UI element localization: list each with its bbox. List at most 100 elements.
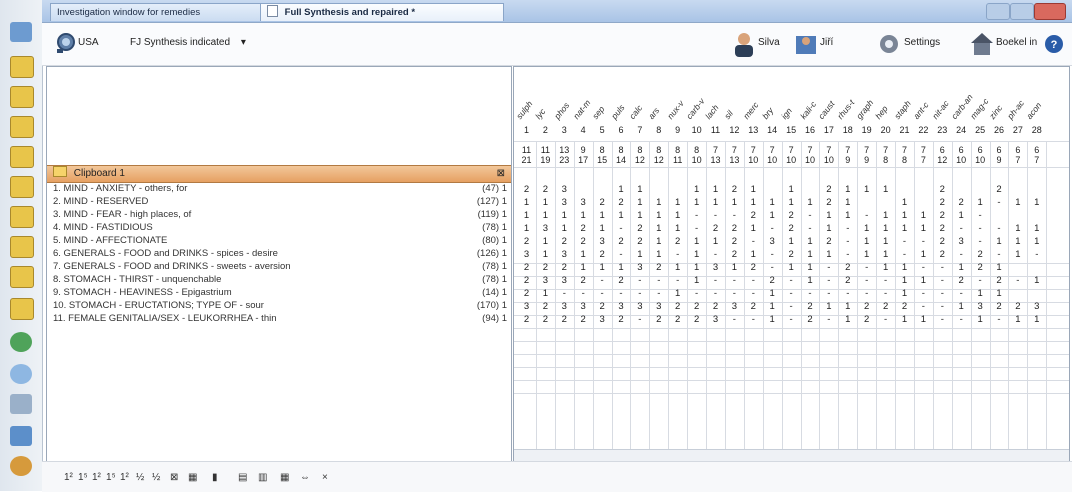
- grade-cell[interactable]: -: [688, 210, 705, 222]
- grade-cell[interactable]: 1: [631, 184, 648, 196]
- grade-cell[interactable]: 2: [537, 184, 554, 196]
- grade-cell[interactable]: 2: [839, 262, 856, 274]
- grade-cell[interactable]: 2: [934, 210, 951, 222]
- grade-cell[interactable]: -: [991, 314, 1008, 326]
- grade-cell[interactable]: 1: [631, 210, 648, 222]
- rubric-row[interactable]: 6. GENERALS - FOOD and DRINKS - spices -…: [53, 248, 509, 260]
- grade-cell[interactable]: 1: [575, 262, 592, 274]
- grade-cell[interactable]: 1: [858, 223, 875, 235]
- rubric-row[interactable]: 4. MIND - FASTIDIOUS (78) 1: [53, 222, 509, 234]
- rubric-row[interactable]: 5. MIND - AFFECTIONATE (80) 1: [53, 235, 509, 247]
- grade-cell[interactable]: 2: [934, 184, 951, 196]
- remedy-name[interactable]: staph: [892, 98, 913, 121]
- grade-cell[interactable]: -: [783, 301, 800, 313]
- grade-cell[interactable]: -: [613, 223, 630, 235]
- grade-cell[interactable]: 1: [707, 236, 724, 248]
- grade-cell[interactable]: -: [953, 249, 970, 261]
- grade-cell[interactable]: 1: [745, 223, 762, 235]
- grade-cell[interactable]: 3: [518, 301, 535, 313]
- rubric-row[interactable]: 2. MIND - RESERVED (127) 1: [53, 196, 509, 208]
- grade-cell[interactable]: -: [839, 236, 856, 248]
- grade-cell[interactable]: 2: [820, 184, 837, 196]
- rubric-row[interactable]: 1. MIND - ANXIETY - others, for (47) 1: [53, 183, 509, 195]
- grade-cell[interactable]: -: [839, 288, 856, 300]
- book-selector[interactable]: FJ Synthesis indicated ▾: [130, 37, 246, 48]
- grade-cell[interactable]: 1: [972, 197, 989, 209]
- grade-cell[interactable]: 3: [556, 197, 573, 209]
- grade-cell[interactable]: 1: [896, 223, 913, 235]
- settings-icon[interactable]: [877, 31, 901, 57]
- grade-cell[interactable]: -: [613, 249, 630, 261]
- toolbar-tool-icon[interactable]: 1²: [120, 472, 129, 483]
- grade-cell[interactable]: 1: [764, 210, 781, 222]
- grade-cell[interactable]: -: [915, 262, 932, 274]
- grade-cell[interactable]: 2: [613, 275, 630, 287]
- tab-investigation[interactable]: Investigation window for remedies: [50, 3, 274, 21]
- remedy-name[interactable]: zinc: [987, 103, 1004, 121]
- grade-cell[interactable]: 2: [991, 301, 1008, 313]
- grade-cell[interactable]: 2: [745, 262, 762, 274]
- house-icon[interactable]: [970, 31, 994, 57]
- grade-cell[interactable]: 3: [1028, 301, 1045, 313]
- grade-cell[interactable]: 2: [556, 262, 573, 274]
- rubric-row[interactable]: 7. GENERALS - FOOD and DRINKS - sweets -…: [53, 261, 509, 273]
- grade-cell[interactable]: -: [858, 275, 875, 287]
- grade-cell[interactable]: 2: [650, 314, 667, 326]
- grade-cell[interactable]: -: [650, 288, 667, 300]
- grade-cell[interactable]: -: [726, 275, 743, 287]
- grade-cell[interactable]: -: [575, 288, 592, 300]
- grade-cell[interactable]: 1: [802, 262, 819, 274]
- search-icon[interactable]: [54, 31, 78, 57]
- grade-cell[interactable]: 2: [783, 210, 800, 222]
- grade-cell[interactable]: 2: [707, 301, 724, 313]
- grade-cell[interactable]: 1: [594, 262, 611, 274]
- grade-cell[interactable]: -: [972, 275, 989, 287]
- grade-cell[interactable]: 1: [820, 301, 837, 313]
- grade-cell[interactable]: -: [783, 314, 800, 326]
- tool-5-icon[interactable]: [10, 176, 34, 198]
- grade-cell[interactable]: 1: [764, 197, 781, 209]
- grade-cell[interactable]: -: [820, 314, 837, 326]
- grade-cell[interactable]: 3: [726, 301, 743, 313]
- remedy-name[interactable]: acon: [1024, 100, 1043, 121]
- toolbar-tool-icon[interactable]: ▥: [258, 472, 267, 483]
- grade-cell[interactable]: 1: [556, 223, 573, 235]
- remedy-name[interactable]: phos: [552, 100, 571, 121]
- grade-cell[interactable]: 3: [594, 236, 611, 248]
- tool-2-icon[interactable]: [10, 86, 34, 108]
- grade-cell[interactable]: 1: [518, 197, 535, 209]
- grade-cell[interactable]: -: [650, 275, 667, 287]
- grade-cell[interactable]: 1: [537, 288, 554, 300]
- grade-cell[interactable]: 1: [745, 249, 762, 261]
- grade-cell[interactable]: 1: [839, 184, 856, 196]
- rubric-row[interactable]: 11. FEMALE GENITALIA/SEX - LEUKORRHEA - …: [53, 313, 509, 325]
- remedy-name[interactable]: rhus-t: [835, 98, 856, 121]
- grade-cell[interactable]: -: [953, 314, 970, 326]
- grade-cell[interactable]: 1: [877, 223, 894, 235]
- grade-cell[interactable]: 2: [858, 314, 875, 326]
- grade-cell[interactable]: 2: [820, 197, 837, 209]
- grade-cell[interactable]: 2: [688, 301, 705, 313]
- rubric-row[interactable]: 9. STOMACH - HEAVINESS - Epigastrium (14)…: [53, 287, 509, 299]
- grade-cell[interactable]: 1: [915, 275, 932, 287]
- grade-cell[interactable]: 1: [764, 314, 781, 326]
- grade-cell[interactable]: -: [688, 288, 705, 300]
- clock-icon[interactable]: [10, 364, 32, 384]
- grade-cell[interactable]: 1: [631, 249, 648, 261]
- grade-cell[interactable]: 2: [631, 223, 648, 235]
- remedy-name[interactable]: kali-c: [798, 99, 818, 121]
- tool-7-icon[interactable]: [10, 236, 34, 258]
- grade-cell[interactable]: -: [858, 210, 875, 222]
- grade-cell[interactable]: -: [764, 262, 781, 274]
- grade-cell[interactable]: 2: [953, 275, 970, 287]
- grade-cell[interactable]: 1: [915, 223, 932, 235]
- grade-cell[interactable]: 2: [594, 249, 611, 261]
- grade-cell[interactable]: 1: [896, 197, 913, 209]
- grade-cell[interactable]: 1: [688, 197, 705, 209]
- grade-cell[interactable]: 2: [575, 314, 592, 326]
- grade-cell[interactable]: 3: [556, 301, 573, 313]
- grade-cell[interactable]: 1: [802, 275, 819, 287]
- grade-cell[interactable]: 2: [858, 301, 875, 313]
- grade-cell[interactable]: -: [726, 210, 743, 222]
- close-button[interactable]: [1034, 3, 1066, 20]
